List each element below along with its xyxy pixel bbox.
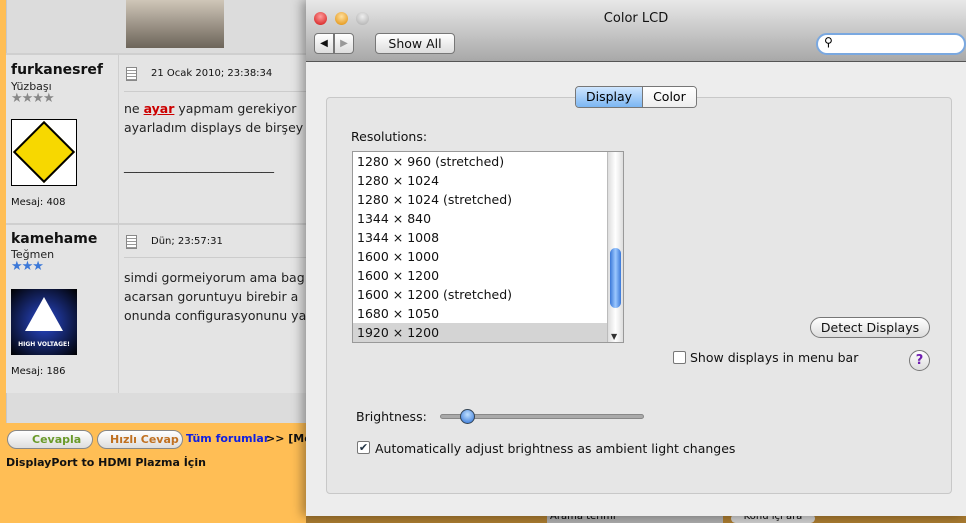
- preferences-window: Color LCD ◀ ▶ Show All ⚲ Display Color R…: [306, 0, 966, 516]
- breadcrumb: >> [Mo: [266, 432, 312, 445]
- window-title: Color LCD: [603, 11, 669, 26]
- divider: [118, 55, 119, 223]
- forum-post: kamehame Teğmen ★★★ HIGH VOLTAGE! Mesaj:…: [6, 223, 326, 393]
- resolution-option[interactable]: 1920 × 1200: [353, 323, 623, 342]
- document-icon: [126, 235, 137, 249]
- resolutions-list[interactable]: 1280 × 960 (stretched) 1280 × 1024 1280 × …: [352, 151, 624, 343]
- resolution-option[interactable]: 1280 × 1024: [353, 171, 623, 190]
- tab-display[interactable]: Display: [576, 87, 644, 107]
- scroll-down-arrow[interactable]: ▼: [611, 332, 617, 341]
- resolution-option[interactable]: 1600 × 1200 (stretched): [353, 285, 623, 304]
- show-in-menu-bar-checkbox[interactable]: [673, 351, 686, 364]
- resolution-option[interactable]: 1600 × 1200: [353, 266, 623, 285]
- quick-reply-button[interactable]: Hızlı Cevap: [97, 430, 183, 449]
- post-text: onunda configurasyonunu ya: [124, 308, 307, 323]
- message-count: Mesaj: 408: [11, 197, 66, 208]
- auto-brightness-label: Automatically adjust brightness as ambie…: [375, 441, 736, 456]
- post-text: ne: [124, 101, 144, 116]
- resolution-option[interactable]: 1280 × 960 (stretched): [353, 152, 623, 171]
- post-text: ayarladım displays de birşey: [124, 120, 304, 135]
- post-text: yapmam gerekiyor: [174, 101, 297, 116]
- post-body: simdi gormeiyorum ama bag acarsan gorunt…: [124, 268, 306, 325]
- show-in-menu-bar-label: Show displays in menu bar: [690, 350, 859, 365]
- back-button[interactable]: ◀: [314, 33, 334, 54]
- username[interactable]: kamehame: [11, 231, 97, 247]
- forum-top-image: [126, 0, 224, 48]
- scrollbar[interactable]: ▼: [607, 152, 623, 342]
- username[interactable]: furkanesref: [11, 62, 103, 78]
- resolution-option[interactable]: 1344 × 840: [353, 209, 623, 228]
- show-all-button[interactable]: Show All: [375, 33, 455, 54]
- brightness-slider[interactable]: [440, 409, 644, 424]
- divider: [124, 91, 324, 92]
- auto-brightness-checkbox[interactable]: ✔: [357, 441, 370, 454]
- all-forums-link[interactable]: Tüm forumlar: [186, 432, 269, 445]
- search-field[interactable]: ⚲: [816, 33, 966, 55]
- post-text: acarsan goruntuyu birebir a: [124, 289, 299, 304]
- post-date: 21 Ocak 2010; 23:38:34: [151, 68, 273, 79]
- tab-color[interactable]: Color: [643, 87, 696, 107]
- post-text: simdi gormeiyorum ama bag: [124, 270, 305, 285]
- avatar-caption: HIGH VOLTAGE!: [18, 341, 70, 348]
- document-icon: [126, 67, 137, 81]
- post-date: Dün; 23:57:31: [151, 236, 223, 247]
- keyword-link[interactable]: ayar: [144, 101, 175, 116]
- resolutions-label: Resolutions:: [351, 129, 428, 144]
- title-bar[interactable]: Color LCD ◀ ▶ Show All ⚲: [306, 0, 966, 62]
- brightness-knob[interactable]: [459, 409, 475, 424]
- divider: [118, 225, 119, 393]
- forum-post: furkanesref Yüzbaşı ★★★★ Mesaj: 408 21 O…: [6, 53, 326, 223]
- divider: [124, 257, 324, 258]
- detect-displays-button[interactable]: Detect Displays: [810, 317, 930, 338]
- message-count: Mesaj: 186: [11, 366, 66, 377]
- brightness-label: Brightness:: [356, 409, 427, 424]
- signature: ________________________: [124, 158, 274, 173]
- post-body: ne ayar yapmam gerekiyor ayarladım displ…: [124, 99, 303, 175]
- tab-bar: Display Color: [575, 86, 697, 108]
- avatar: HIGH VOLTAGE!: [11, 289, 77, 355]
- help-button[interactable]: ?: [909, 350, 930, 371]
- resolution-option[interactable]: 1344 × 1008: [353, 228, 623, 247]
- resolution-option[interactable]: 1280 × 1024 (stretched): [353, 190, 623, 209]
- scroll-thumb[interactable]: [610, 248, 621, 308]
- resolution-option[interactable]: 1680 × 1050: [353, 304, 623, 323]
- avatar: [11, 119, 77, 186]
- forward-button[interactable]: ▶: [334, 33, 354, 54]
- rank-stars: ★★★: [11, 259, 44, 274]
- rank-stars: ★★★★: [11, 91, 55, 106]
- reply-button[interactable]: Cevapla: [7, 430, 93, 449]
- search-icon: ⚲: [824, 35, 833, 49]
- topic-title: DisplayPort to HDMI Plazma İçin: [6, 456, 206, 469]
- resolution-option[interactable]: 1600 × 1000: [353, 247, 623, 266]
